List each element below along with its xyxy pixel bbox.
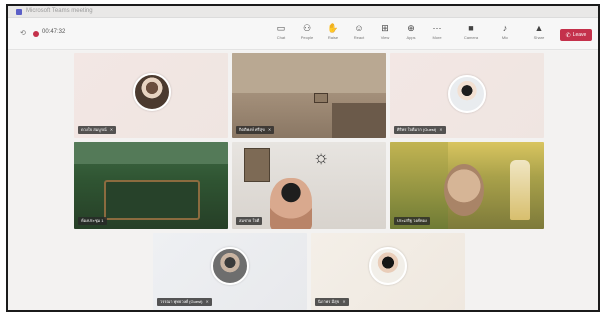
participant-tile[interactable]: วรรณา พุทธวงศ์ (Guest) ✕ (153, 233, 307, 310)
participant-avatar (211, 247, 249, 285)
view-button[interactable]: ⊞ View (374, 23, 396, 45)
participant-tile[interactable]: ศิริพร ใจดีมาก (Guest) ✕ (390, 53, 544, 138)
participant-avatar (448, 75, 486, 113)
mic-off-icon: ✕ (267, 127, 272, 132)
react-icon: ☺ (354, 23, 364, 33)
emblem-icon: ☼ (312, 147, 330, 167)
back-icon[interactable]: ⟲ (20, 30, 27, 37)
teams-logo-icon (16, 9, 22, 15)
participant-tile[interactable]: ห้องประชุม 1 (74, 142, 228, 229)
mic-icon: ♪ (502, 23, 508, 33)
video-statue (510, 160, 530, 220)
participant-tile[interactable]: ประเสริฐ วงศ์ทอง (390, 142, 544, 229)
share-icon: ▲ (534, 23, 544, 33)
participant-avatar (133, 73, 171, 111)
participant-name-tag: นิภาพร มีสุข ✕ (315, 298, 349, 306)
mic-off-icon: ✕ (342, 299, 346, 304)
leave-button[interactable]: ✆ Leave (560, 29, 592, 41)
meeting-toolbar: ⟲ 00:47:32 ▭ Chat ⚇ People ✋ Raise ☺ Rea… (8, 18, 598, 50)
title-bar: Microsoft Teams meeting (8, 6, 598, 18)
more-button[interactable]: ⋯ More (426, 23, 448, 45)
mic-button[interactable]: ♪ Mic (494, 23, 516, 45)
meeting-timer: 00:47:32 (42, 29, 66, 35)
recording-icon (33, 31, 39, 37)
video-window-band (74, 142, 228, 164)
teams-window: Microsoft Teams meeting ⟲ 00:47:32 ▭ Cha… (6, 4, 600, 312)
wall-frame (314, 93, 328, 103)
react-button[interactable]: ☺ React (348, 23, 370, 45)
camera-button[interactable]: ■ Camera (460, 23, 482, 45)
mic-off-icon: ✕ (439, 127, 443, 132)
camera-icon: ■ (468, 23, 474, 33)
video-furniture (332, 103, 386, 138)
participant-avatar (369, 247, 407, 285)
participant-tile[interactable]: นิภาพร มีสุข ✕ (311, 233, 465, 310)
chat-button[interactable]: ▭ Chat (270, 23, 292, 45)
mic-off-icon: ✕ (205, 299, 209, 304)
participant-name-tag: วรรณา พุทธวงศ์ (Guest) ✕ (157, 298, 212, 306)
raise-hand-icon: ✋ (327, 23, 339, 33)
people-icon: ⚇ (302, 23, 312, 33)
participant-name-tag: สมชาย ใจดี (236, 217, 263, 225)
share-button[interactable]: ▲ Share (528, 23, 550, 45)
wall-picture (244, 148, 270, 182)
meeting-table (104, 180, 200, 220)
mic-off-icon: ✕ (109, 127, 114, 132)
apps-icon: ⊕ (407, 23, 415, 33)
participant-tile[interactable]: ☼ สมชาย ใจดี (232, 142, 386, 229)
participant-name-tag: ศิริพร ใจดีมาก (Guest) ✕ (394, 126, 446, 134)
window-title: Microsoft Teams meeting (26, 8, 93, 14)
participant-name-tag: กิตติพงษ์ ศรีสุข ✕ (236, 126, 275, 134)
phone-icon: ✆ (565, 32, 571, 39)
participant-face (444, 164, 484, 216)
participant-tile[interactable]: กิตติพงษ์ ศรีสุข ✕ (232, 53, 386, 138)
participant-name-tag: ดวงใจ สมบูรณ์ ✕ (78, 126, 117, 134)
participant-person (270, 178, 312, 229)
chat-icon: ▭ (276, 23, 286, 33)
apps-button[interactable]: ⊕ Apps (400, 23, 422, 45)
more-icon: ⋯ (432, 23, 442, 33)
video-gallery: ดวงใจ สมบูรณ์ ✕ กิตติพงษ์ ศรีสุข ✕ ศิริพร … (8, 51, 598, 310)
people-button[interactable]: ⚇ People (296, 23, 318, 45)
participant-name-tag: ห้องประชุม 1 (78, 217, 107, 225)
video-wall (232, 53, 386, 93)
view-icon: ⊞ (381, 23, 389, 33)
raise-hand-button[interactable]: ✋ Raise (322, 23, 344, 45)
participant-tile[interactable]: ดวงใจ สมบูรณ์ ✕ (74, 53, 228, 138)
video-trees (390, 142, 448, 229)
participant-name-tag: ประเสริฐ วงศ์ทอง (394, 217, 430, 225)
